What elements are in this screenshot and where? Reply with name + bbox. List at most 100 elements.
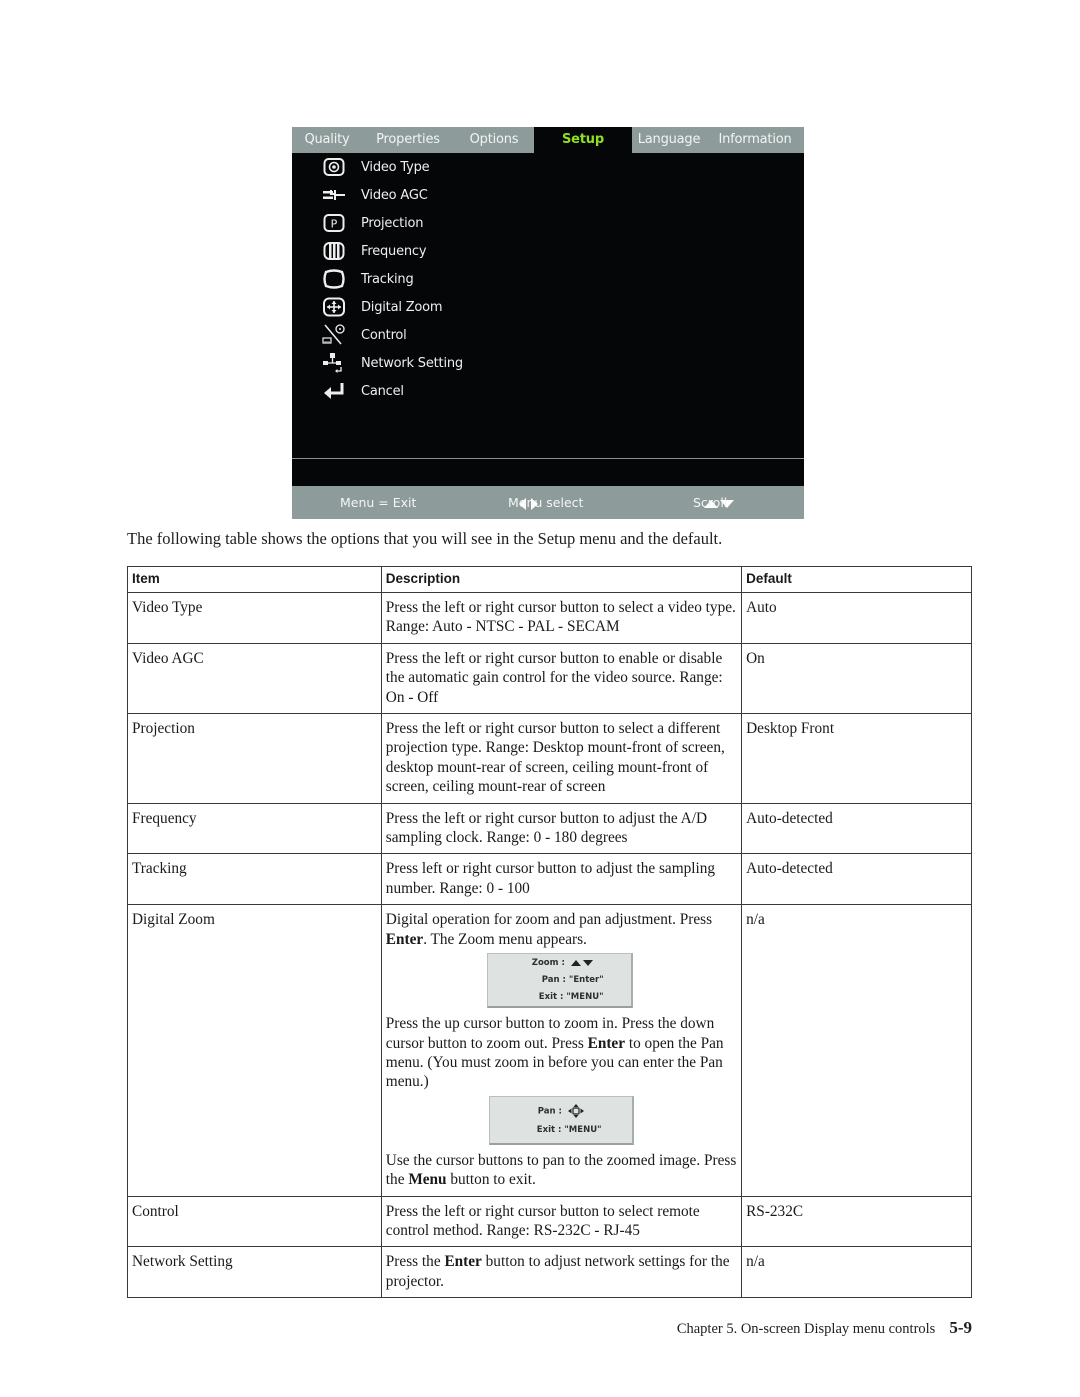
pan-osd-box: Pan : Exit : "MENU" [488,1095,634,1145]
video-type-icon [322,156,346,178]
column-header-item: Item [127,566,382,593]
pan-line: Pan : [537,1103,584,1118]
exit-menu-line: Exit : "MENU" [536,1124,602,1135]
text-run: Press the [385,1253,445,1271]
cell-description: Press the left or right cursor button to… [380,642,743,715]
four-way-arrows-icon [567,1103,584,1118]
pan-instructions-text: Use the cursor buttons to pan to the zoo… [386,1151,737,1190]
cell-description: Press the left or right cursor button to… [380,592,743,644]
cell-item: Projection [127,713,382,804]
video-agc-icon [322,184,346,206]
cell-default: Auto-detected [741,853,972,906]
menu-item-cancel[interactable]: Cancel [292,377,592,405]
text-run: button to exit. [446,1171,536,1189]
column-header-default: Default [741,566,972,593]
cell-item: Video AGC [127,642,382,715]
menu-item-label: Video AGC [361,187,428,203]
text-run: . The Zoom menu appears. [423,930,587,948]
menu-item-network-setting[interactable]: Network Setting [292,349,592,377]
digital-zoom-icon [322,296,346,318]
cell-item: Control [127,1195,382,1248]
menu-item-video-agc[interactable]: Video AGC [292,181,592,209]
menu-item-label: Frequency [361,243,427,259]
tab-information[interactable]: Information [706,127,804,153]
projection-icon: P [322,212,346,234]
tab-quality[interactable]: Quality [292,127,362,153]
network-setting-icon [322,352,346,374]
table-row: Tracking Press left or right cursor butt… [127,853,972,906]
up-down-arrows-icon [570,959,593,966]
cell-default: On [741,642,972,715]
scroll-label: Scroll [693,495,728,510]
chapter-title: Chapter 5. On-screen Display menu contro… [676,1321,936,1337]
table-row: Control Press the left or right cursor b… [127,1195,972,1248]
menu-item-projection[interactable]: P Projection [292,209,592,237]
cell-default: n/a [741,904,972,1197]
osd-footer-bar: Menu = Exit Menu select Scroll [292,486,804,519]
page-footer: Chapter 5. On-screen Display menu contro… [677,1318,972,1338]
cell-item: Tracking [127,853,382,906]
cell-description: Press left or right cursor button to adj… [380,853,743,906]
tab-language[interactable]: Language [632,127,706,153]
osd-tab-bar: Quality Properties Options Setup Languag… [292,127,804,154]
menu-item-label: Network Setting [361,355,463,371]
enter-keyword: Enter [444,1253,482,1271]
scroll-hint: Scroll [693,486,735,519]
menu-item-control[interactable]: Control [292,321,592,349]
zoom-instructions-text: Press the up cursor button to zoom in. P… [386,1014,737,1092]
frequency-icon [322,240,346,262]
table-row: Projection Press the left or right curso… [127,713,972,804]
zoom-label: Zoom : [531,958,565,969]
control-icon [322,324,346,346]
osd-setup-menu: Quality Properties Options Setup Languag… [292,127,804,519]
menu-item-label: Cancel [361,383,404,399]
menu-exit-hint: Menu = Exit [340,495,417,510]
menu-item-label: Control [361,327,407,343]
cell-default: n/a [741,1246,972,1299]
cell-default: RS-232C [741,1195,972,1248]
menu-item-label: Video Type [361,159,430,175]
cell-description: Press the Enter button to adjust network… [380,1246,743,1299]
menu-item-frequency[interactable]: Frequency [292,237,592,265]
cell-item: Video Type [127,592,382,644]
cell-description: Press the left or right cursor button to… [380,802,743,855]
enter-keyword: Enter [587,1034,626,1052]
page-number: 5-9 [949,1318,972,1337]
cell-default: Auto-detected [741,802,972,855]
tab-setup[interactable]: Setup [534,127,632,154]
cell-description: Press the left or right cursor button to… [380,1195,743,1248]
cell-default: Desktop Front [741,713,972,804]
cell-item: Digital Zoom [127,904,382,1197]
menu-item-label: Tracking [361,271,414,287]
pan-label: Pan : [537,1106,562,1117]
menu-select-label: Menu select [508,495,584,510]
osd-divider [292,458,804,459]
enter-keyword: Enter [385,930,424,948]
tab-properties[interactable]: Properties [362,127,454,153]
menu-select-hint: Menu select [508,486,583,519]
menu-item-digital-zoom[interactable]: Digital Zoom [292,293,592,321]
cell-description: Press the left or right cursor button to… [380,713,743,804]
tab-options[interactable]: Options [454,127,534,153]
table-row: Video AGC Press the left or right cursor… [127,642,972,715]
table-header-row: Item Description Default [127,566,972,593]
tracking-icon [322,268,346,290]
zoom-line: Zoom : [532,957,594,969]
setup-options-table: Item Description Default Video Type Pres… [127,566,972,1299]
cell-default: Auto [741,592,972,644]
zoom-osd-box: Zoom : Pan : "Enter" Exit : "MENU" [486,953,633,1009]
cell-description: Digital operation for zoom and pan adjus… [380,904,743,1197]
exit-menu-line: Exit : "MENU" [538,992,604,1003]
table-row: Digital Zoom Digital operation for zoom … [127,904,972,1197]
return-arrow-icon [322,380,346,402]
menu-item-tracking[interactable]: Tracking [292,265,592,293]
menu-item-label: Digital Zoom [361,299,443,315]
cell-item: Network Setting [127,1246,382,1299]
zoom-intro-text: Digital operation for zoom and pan adjus… [386,910,737,949]
menu-item-label: Projection [361,215,424,231]
menu-keyword: Menu [408,1171,447,1189]
column-header-description: Description [380,566,743,593]
table-row: Video Type Press the left or right curso… [127,592,972,644]
menu-item-video-type[interactable]: Video Type [292,153,592,181]
intro-paragraph: The following table shows the options th… [127,529,723,548]
